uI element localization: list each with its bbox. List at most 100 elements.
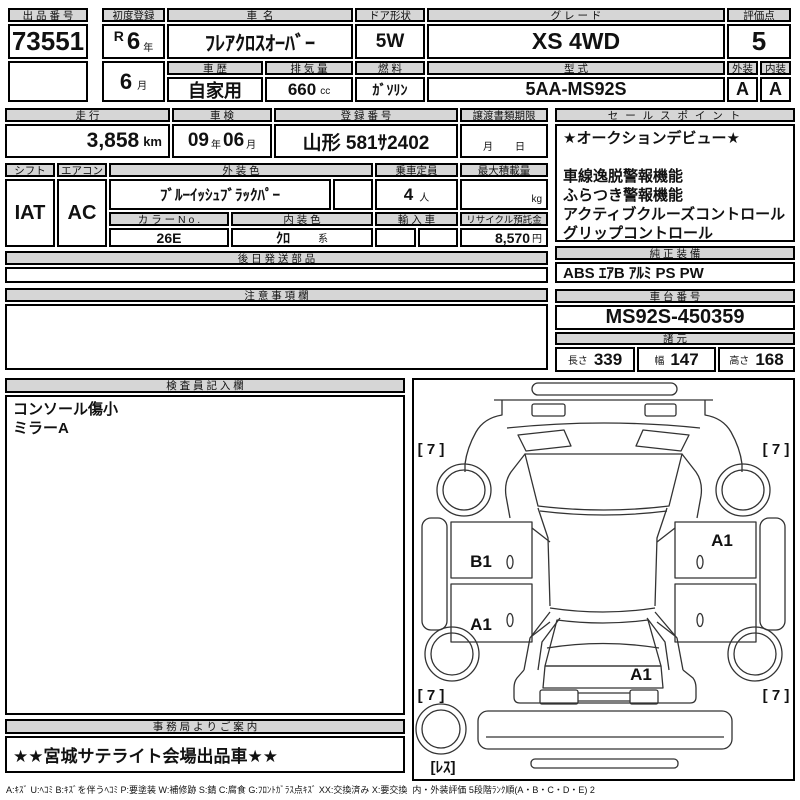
dimension-length: 長さ 339 bbox=[555, 347, 635, 372]
displacement-value: 660 cc bbox=[265, 77, 353, 102]
car-top-view-diagram: [ 7 ] [ 7 ] [ 7 ] [ 7 ] B1 A1 A1 A1 [ﾚｽ] bbox=[415, 382, 789, 776]
registration-no-value: 山形 581ｻ2402 bbox=[274, 124, 458, 158]
inspection-year-unit: 年 bbox=[211, 140, 221, 151]
aircon-value: AC bbox=[57, 179, 107, 247]
rear-left-tire bbox=[424, 626, 480, 682]
recycle-deposit-value: 8,570 円 bbox=[460, 228, 548, 247]
max-load-value: kg bbox=[460, 179, 548, 210]
later-parts-header: 後 日 発 送 部 品 bbox=[5, 251, 548, 265]
door-shape-value: 5W bbox=[355, 24, 425, 59]
first-registration-month: 6 月 bbox=[102, 61, 165, 102]
damage-diagram-box: [ 7 ] [ 7 ] [ 7 ] [ 7 ] B1 A1 A1 A1 [ﾚｽ] bbox=[412, 378, 795, 781]
chassis-no-header: 車 台 番 号 bbox=[555, 289, 795, 303]
shift-header: シフト bbox=[5, 163, 55, 177]
inspection-year: 09 bbox=[187, 130, 209, 151]
model-code-value: 5AA-MS92S bbox=[427, 77, 725, 102]
equipment-value: ABS ｴｱB ｱﾙﾐ PS PW bbox=[555, 262, 795, 283]
left-sill-shape bbox=[421, 517, 448, 631]
text-line: ミラーA bbox=[13, 420, 69, 437]
width-value: 147 bbox=[670, 349, 699, 369]
dimension-height: 高さ 168 bbox=[718, 347, 795, 372]
capacity-number: 4 bbox=[403, 184, 414, 204]
grade-value: XS 4WD bbox=[427, 24, 725, 59]
damage-label-left-front-door: B1 bbox=[470, 552, 492, 571]
color-no-value: 26E bbox=[109, 228, 229, 247]
reg-year: 6 bbox=[126, 27, 141, 55]
inspection-value: 09 年 06 月 bbox=[172, 124, 272, 158]
inspector-notes-content: コンソール傷小 ミラーA bbox=[5, 395, 405, 715]
exterior-color-empty-cell bbox=[333, 179, 373, 210]
front-right-tire bbox=[715, 463, 771, 517]
interior-grade-value: A bbox=[760, 77, 791, 102]
exterior-grade-header: 外装 bbox=[727, 61, 758, 75]
length-value: 339 bbox=[593, 349, 623, 369]
interior-color-header: 内 装 色 bbox=[231, 212, 373, 226]
month-unit: 月 bbox=[137, 81, 148, 92]
aircon-header: エアコン bbox=[57, 163, 107, 177]
year-unit: 年 bbox=[143, 43, 154, 54]
length-label: 長さ bbox=[567, 356, 588, 367]
mileage-number: 3,858 bbox=[86, 129, 140, 152]
damage-label-right-front-door: A1 bbox=[711, 531, 733, 550]
import-car-cell-a bbox=[375, 228, 416, 247]
import-car-header: 輸 入 車 bbox=[375, 212, 458, 226]
first-registration-year: R 6 年 bbox=[102, 24, 165, 59]
door-shape-header: ドア形状 bbox=[355, 8, 425, 22]
era-letter: R bbox=[113, 28, 124, 44]
transfer-deadline-value: 月 日 bbox=[460, 124, 548, 158]
score-value: 5 bbox=[727, 24, 791, 59]
transfer-month-unit: 月 bbox=[483, 142, 493, 153]
exterior-color-value: ﾌﾞﾙｰｲｯｼｭﾌﾞﾗｯｸﾊﾟｰ bbox=[109, 179, 331, 210]
recycle-number: 8,570 bbox=[494, 229, 530, 246]
text-line: 車線逸脱警報機能 bbox=[563, 168, 684, 185]
fuel-value: ｶﾞｿﾘﾝ bbox=[355, 77, 425, 102]
rear-right-tire bbox=[727, 626, 783, 682]
displacement-unit: cc bbox=[320, 86, 331, 97]
capacity-unit: 人 bbox=[419, 193, 430, 204]
text-line bbox=[563, 148, 787, 167]
office-notice-content: ★★宮城サテライト会場出品車★★ bbox=[5, 736, 405, 773]
damage-code-legend: A:ｷｽﾞ U:ﾍｺﾐ B:ｷｽﾞを伴うﾍｺﾐ P:要塗装 W:補修跡 S:錆 … bbox=[6, 785, 595, 795]
mileage-unit: km bbox=[143, 133, 162, 149]
history-value: 自家用 bbox=[167, 77, 263, 102]
capacity-header: 乗車定員 bbox=[375, 163, 458, 177]
exterior-grade-value: A bbox=[727, 77, 758, 102]
later-parts-content bbox=[5, 267, 548, 283]
dimension-width: 幅 147 bbox=[637, 347, 716, 372]
displacement-header: 排 気 量 bbox=[265, 61, 353, 75]
text-line: コンソール傷小 bbox=[13, 401, 119, 418]
car-name-value: ﾌﾚｱｸﾛｽｵｰﾊﾞｰ bbox=[167, 24, 353, 59]
text-line: ふらつき警報機能 bbox=[563, 187, 684, 204]
front-left-tire bbox=[436, 463, 492, 517]
text-line: アクティブクルーズコントロール bbox=[563, 206, 786, 223]
reg-month: 6 bbox=[119, 68, 133, 94]
max-load-unit: kg bbox=[531, 194, 542, 205]
text-line: グリップコントロール bbox=[563, 225, 714, 242]
first-registration-header: 初度登録 bbox=[102, 8, 165, 22]
spare-tire bbox=[415, 703, 467, 755]
spare-tire-label: [ﾚｽ] bbox=[431, 759, 456, 776]
right-rear-door-shape bbox=[674, 583, 757, 643]
sales-points-header: セ ー ル ス ポ イ ン ト bbox=[555, 108, 795, 122]
width-label: 幅 bbox=[654, 356, 665, 367]
inspection-month-unit: 月 bbox=[246, 140, 257, 151]
height-label: 高さ bbox=[729, 356, 750, 367]
exterior-color-header: 外 装 色 bbox=[109, 163, 373, 177]
max-load-header: 最大積載量 bbox=[460, 163, 548, 177]
office-notice-header: 事 務 局 よ り ご 案 内 bbox=[5, 719, 405, 734]
transfer-deadline-header: 譲渡書類期限 bbox=[460, 108, 548, 122]
interior-color-name: ｸﾛ bbox=[276, 229, 290, 246]
displacement-number: 660 bbox=[287, 79, 317, 99]
right-sill-shape bbox=[759, 517, 786, 631]
sales-points-content: ★オークションデビュー★ 車線逸脱警報機能 ふらつき警報機能 アクティブクルーズコント… bbox=[555, 124, 795, 242]
auction-no-header: 出 品 番 号 bbox=[8, 8, 88, 22]
recycle-unit: 円 bbox=[532, 234, 542, 245]
front-bumper-shape bbox=[531, 382, 678, 396]
capacity-value: 4 人 bbox=[375, 179, 458, 210]
interior-color-suffix: 系 bbox=[318, 234, 328, 245]
grade-header: グ レ ー ド bbox=[427, 8, 725, 22]
auction-no-empty-cell bbox=[8, 61, 88, 102]
interior-grade-header: 内装 bbox=[760, 61, 791, 75]
auction-no-value: 73551 bbox=[8, 24, 88, 59]
notes-header: 注 意 事 項 欄 bbox=[5, 288, 548, 302]
